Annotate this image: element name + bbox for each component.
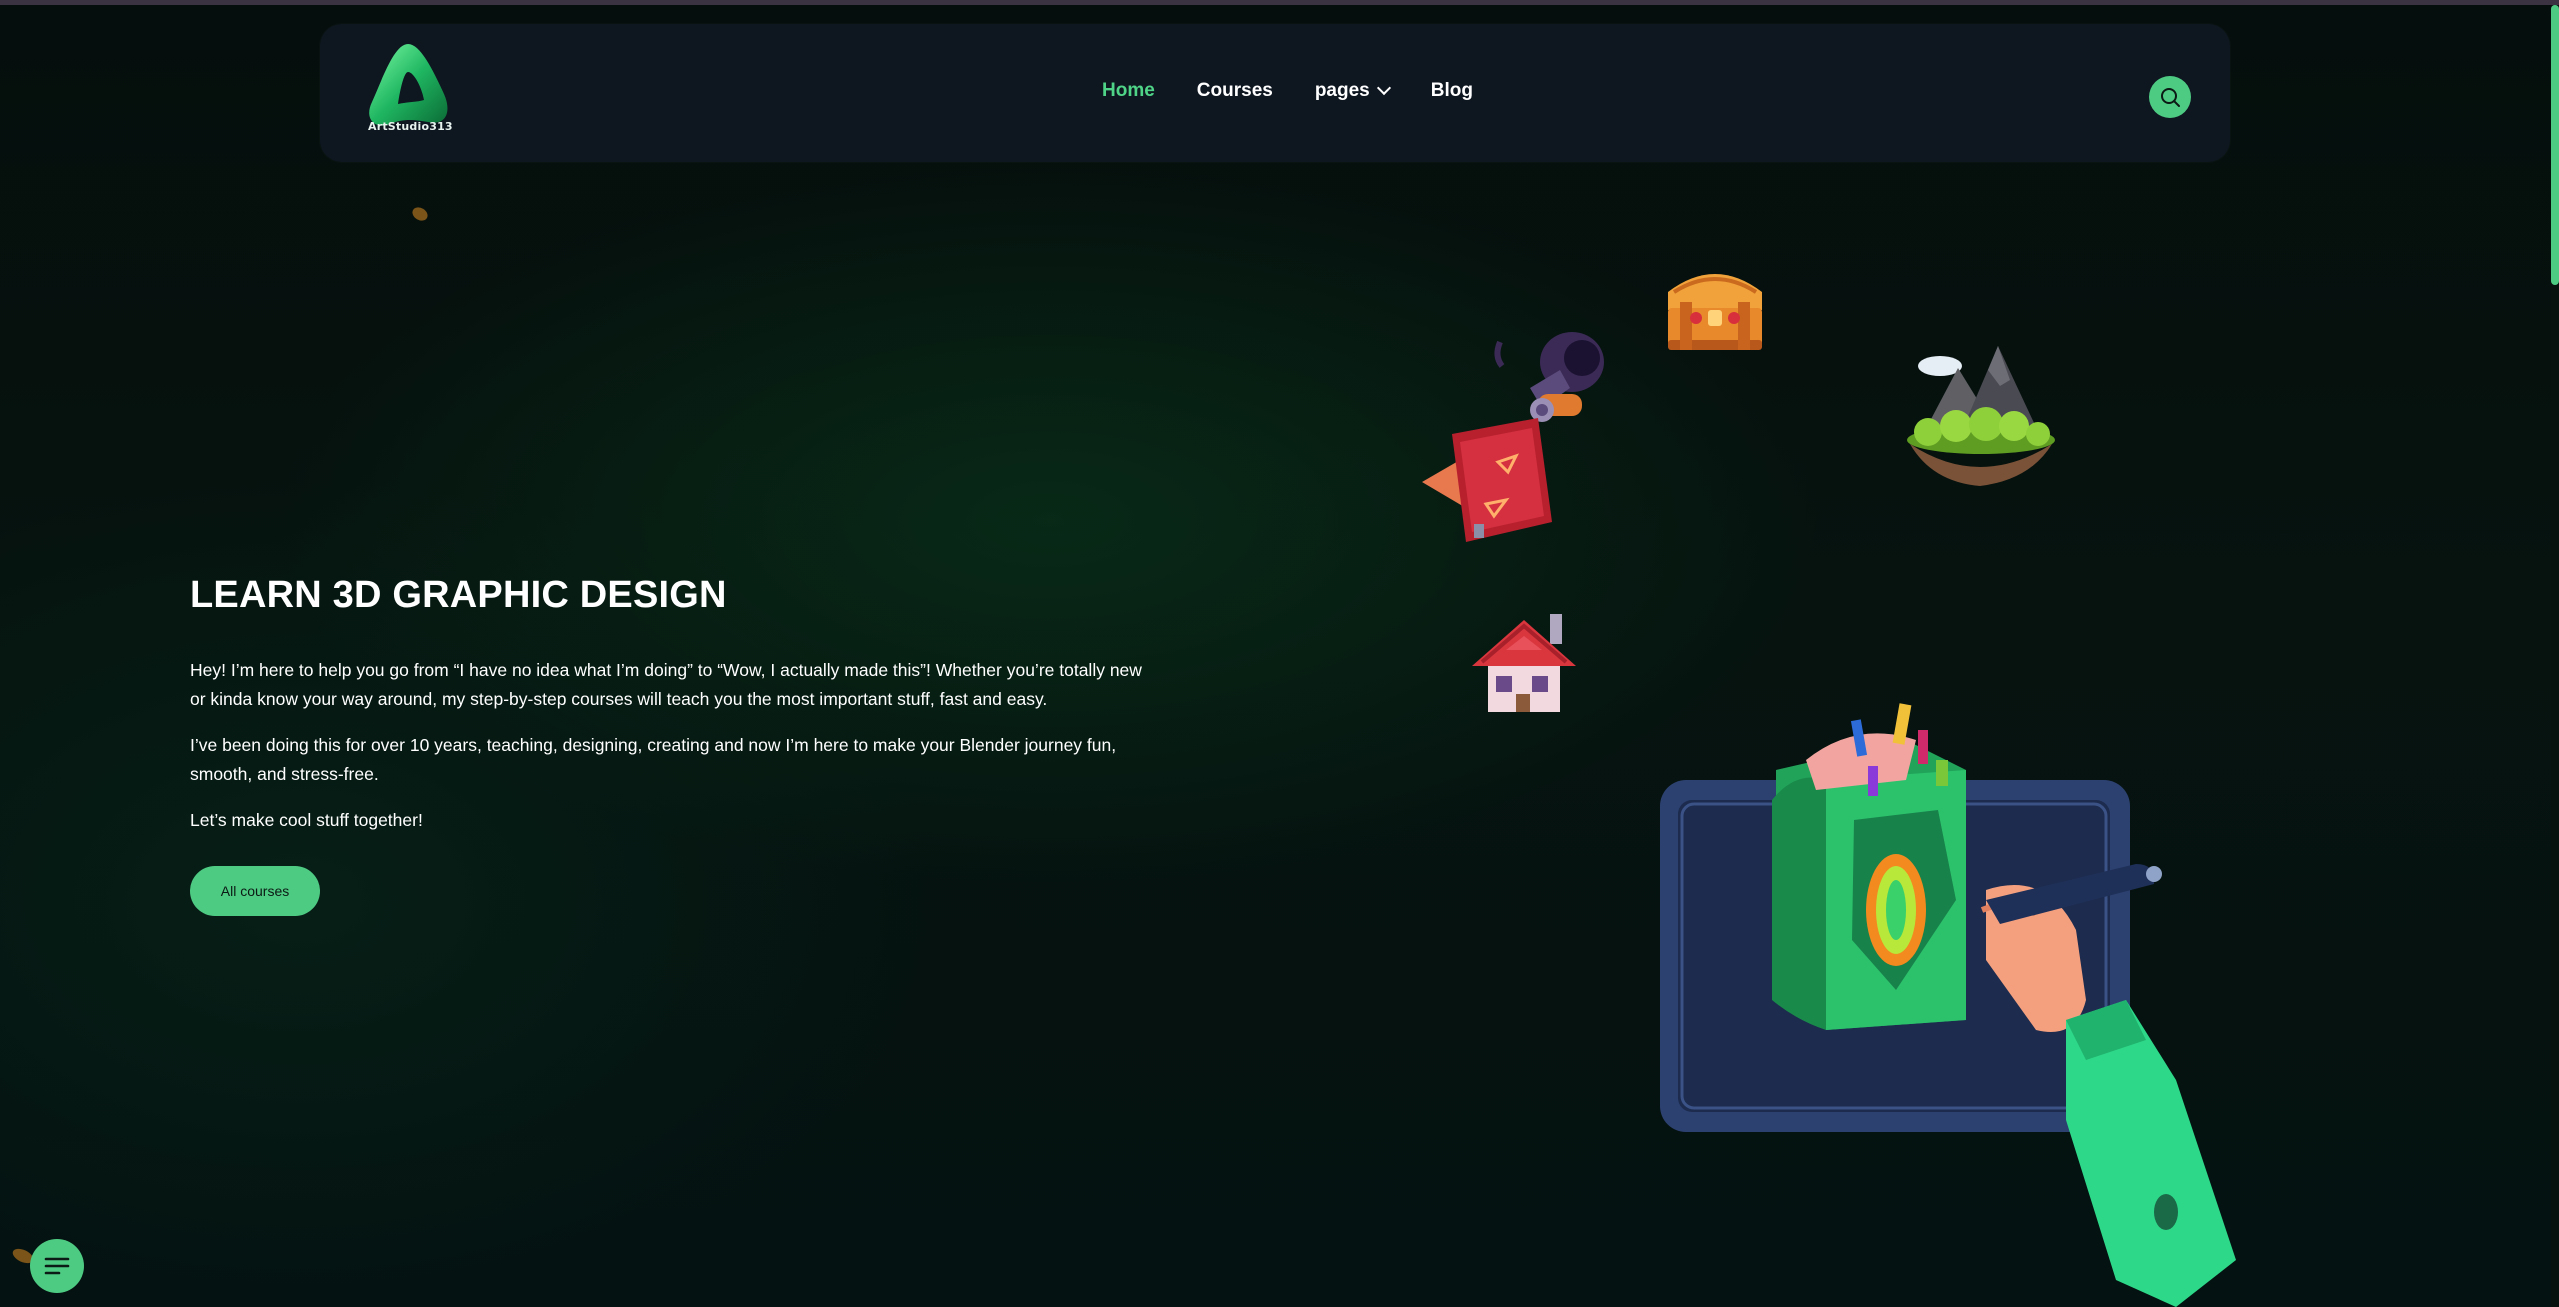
scrollbar-thumb[interactable] xyxy=(2551,5,2559,285)
main-nav: Home Courses pages Blog xyxy=(1102,80,1515,102)
chevron-down-icon xyxy=(1376,80,1391,96)
nav-home-label: Home xyxy=(1102,80,1155,101)
hero-paragraph-2: I’ve been doing this for over 10 years, … xyxy=(190,735,1117,784)
logo-text: ArtStudio313 xyxy=(368,120,453,133)
browser-top-line xyxy=(0,0,2559,5)
drawing-tablet-illustration xyxy=(1660,703,2236,1307)
all-courses-button[interactable]: All courses xyxy=(190,866,320,916)
page: ArtStudio313 Home Courses pages Blog LEA… xyxy=(0,0,2559,1307)
hero-paragraph-3: Let’s make cool stuff together! xyxy=(190,810,423,830)
nav-pages-label: pages xyxy=(1314,80,1370,101)
treasure-chest-icon xyxy=(1668,274,1762,350)
menu-lines-icon xyxy=(44,1257,70,1275)
floating-menu-button[interactable] xyxy=(30,1239,84,1293)
nav-courses[interactable]: Courses xyxy=(1197,80,1273,102)
floating-island-icon xyxy=(1907,346,2055,486)
nav-home[interactable]: Home xyxy=(1102,80,1155,102)
search-button[interactable] xyxy=(2149,76,2191,118)
red-spellbook-icon xyxy=(1422,418,1552,542)
site-header: ArtStudio313 Home Courses pages Blog xyxy=(320,24,2230,162)
house-icon xyxy=(1472,614,1576,712)
hero-paragraph-1: Hey! I’m here to help you go from “I hav… xyxy=(190,660,1142,709)
search-icon xyxy=(2161,88,2180,107)
nav-blog-label: Blog xyxy=(1430,80,1473,101)
leaf-decoration xyxy=(410,204,430,224)
hero-title: LEARN 3D GRAPHIC DESIGN xyxy=(190,574,727,616)
nav-courses-label: Courses xyxy=(1196,80,1273,101)
nav-pages[interactable]: pages xyxy=(1314,80,1391,102)
nav-blog[interactable]: Blog xyxy=(1431,80,1473,102)
